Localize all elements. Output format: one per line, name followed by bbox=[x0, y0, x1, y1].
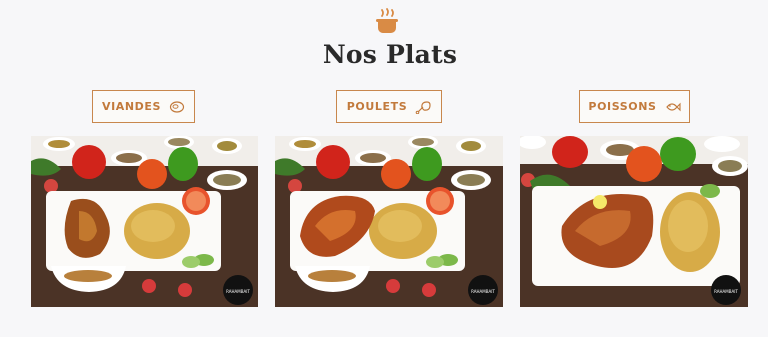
logo-text: RAHAMBAIT bbox=[471, 289, 495, 294]
dish-image-poissons[interactable]: RAHAMBAIT bbox=[520, 136, 748, 307]
category-button-poissons[interactable]: POISSONS bbox=[579, 90, 690, 123]
page-title: Nos Plats bbox=[322, 40, 458, 69]
logo-text: RAHAMBAIT bbox=[226, 289, 250, 294]
meat-icon bbox=[169, 100, 185, 113]
dish-image-poulets[interactable]: RAHAMBAIT bbox=[275, 136, 503, 307]
category-label: POULETS bbox=[346, 100, 408, 113]
category-label: VIANDES bbox=[101, 100, 162, 113]
cooking-pot-icon bbox=[376, 8, 398, 33]
chicken-leg-icon bbox=[415, 100, 431, 114]
category-label: POISSONS bbox=[588, 100, 657, 113]
fish-icon bbox=[665, 102, 681, 111]
logo-text: RAHAMBAIT bbox=[714, 289, 738, 294]
category-button-poulets[interactable]: POULETS bbox=[336, 90, 442, 123]
section-header: Nos Plats bbox=[0, 0, 768, 82]
dish-photo: RAHAMBAIT bbox=[520, 136, 748, 307]
category-button-viandes[interactable]: VIANDES bbox=[92, 90, 195, 123]
dish-image-viandes[interactable]: RAHAMBAIT bbox=[31, 136, 258, 307]
dish-photo: RAHAMBAIT bbox=[275, 136, 503, 307]
dish-photo: RAHAMBAIT bbox=[31, 136, 258, 307]
